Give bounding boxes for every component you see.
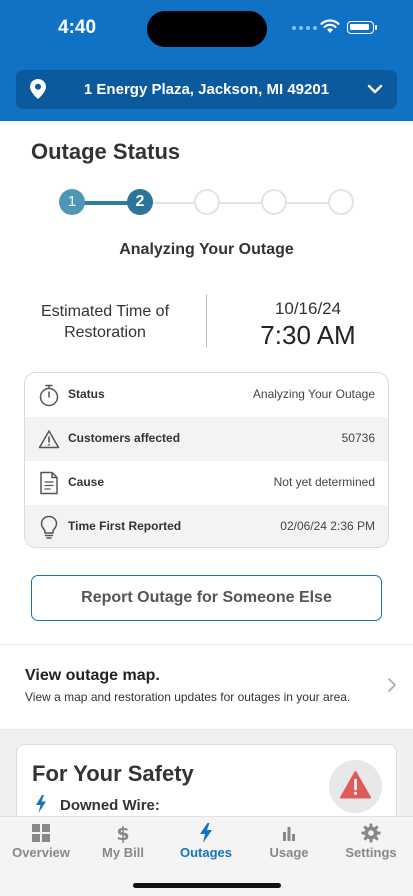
step-4 (261, 189, 287, 215)
detail-value: 50736 (341, 431, 375, 445)
tab-my-bill[interactable]: $ My Bill (82, 817, 164, 873)
etr-label: Estimated Time of Restoration (40, 303, 170, 341)
step-3 (194, 189, 220, 215)
warning-icon (38, 430, 60, 449)
dynamic-island (147, 11, 267, 47)
detail-row-time-reported: Time First Reported 02/06/24 2:36 PM (25, 505, 388, 547)
view-outage-map-link[interactable]: View outage map. View a map and restorat… (0, 645, 413, 729)
detail-label: Status (68, 387, 105, 401)
detail-label: Time First Reported (68, 519, 182, 533)
safety-title: For Your Safety (32, 761, 194, 786)
warning-triangle-icon (340, 771, 371, 799)
safety-item-downed-wire: Downed Wire: (60, 797, 160, 814)
tab-label: Usage (269, 845, 309, 860)
step-label: Analyzing Your Outage (119, 241, 294, 258)
etr-time: 7:30 AM (260, 320, 356, 350)
status-time: 4:40 (58, 17, 97, 38)
home-indicator[interactable] (133, 883, 281, 888)
status-bar: 4:40 (0, 0, 413, 56)
address-text: 1 Energy Plaza, Jackson, MI 49201 (83, 81, 330, 98)
detail-row-customers: Customers affected 50736 (25, 417, 388, 461)
document-icon (40, 471, 58, 495)
progress-stepper: 1 2 (59, 189, 355, 217)
battery-icon (347, 21, 374, 34)
grid-icon (32, 824, 50, 842)
lightning-bolt-icon (200, 823, 212, 843)
gear-icon (361, 823, 381, 843)
map-link-description: View a map and restoration updates for o… (25, 690, 351, 704)
step-5 (328, 189, 354, 215)
detail-value: Analyzing Your Outage (252, 387, 375, 401)
chevron-down-icon (367, 84, 383, 94)
detail-row-cause: Cause Not yet determined (25, 461, 388, 505)
tab-label: My Bill (102, 845, 144, 860)
detail-label: Cause (68, 475, 105, 489)
tab-label: Overview (12, 845, 70, 860)
detail-value: Not yet determined (273, 475, 375, 489)
detail-row-status: Status Analyzing Your Outage (25, 373, 388, 417)
tab-overview[interactable]: Overview (0, 817, 82, 873)
etr-divider (206, 294, 207, 348)
dollar-icon: $ (116, 823, 129, 843)
page-title: Outage Status (31, 139, 181, 164)
tab-outages[interactable]: Outages (165, 817, 247, 873)
stopwatch-icon (39, 384, 59, 407)
lightning-bolt-icon (36, 795, 46, 813)
cellular-signal-icon (292, 26, 317, 30)
map-link-title: View outage map. (25, 667, 160, 684)
tab-usage[interactable]: Usage (248, 817, 330, 873)
app-header: 4:40 1 Energy Plaza, Jackson, MI 49201 (0, 0, 413, 121)
wifi-icon (320, 19, 340, 33)
address-selector[interactable]: 1 Energy Plaza, Jackson, MI 49201 (16, 70, 397, 109)
detail-value: 02/06/24 2:36 PM (280, 519, 375, 533)
outage-details-table: Status Analyzing Your Outage Customers a… (24, 372, 389, 548)
etr-date: 10/16/24 (274, 299, 342, 318)
svg-text:$: $ (116, 823, 129, 843)
tab-label: Outages (179, 845, 232, 860)
lightbulb-icon (40, 515, 58, 539)
warning-badge (329, 760, 382, 813)
tab-settings[interactable]: Settings (330, 817, 412, 873)
stepper-remaining-line (143, 202, 339, 204)
chevron-right-icon (388, 678, 396, 692)
report-outage-for-someone-else-button[interactable]: Report Outage for Someone Else (31, 575, 382, 621)
step-1: 1 (59, 189, 85, 215)
detail-label: Customers affected (68, 431, 181, 445)
battery-tip (375, 25, 377, 30)
bar-chart-icon (283, 827, 295, 841)
tab-label: Settings (345, 845, 397, 860)
step-2: 2 (127, 189, 153, 215)
